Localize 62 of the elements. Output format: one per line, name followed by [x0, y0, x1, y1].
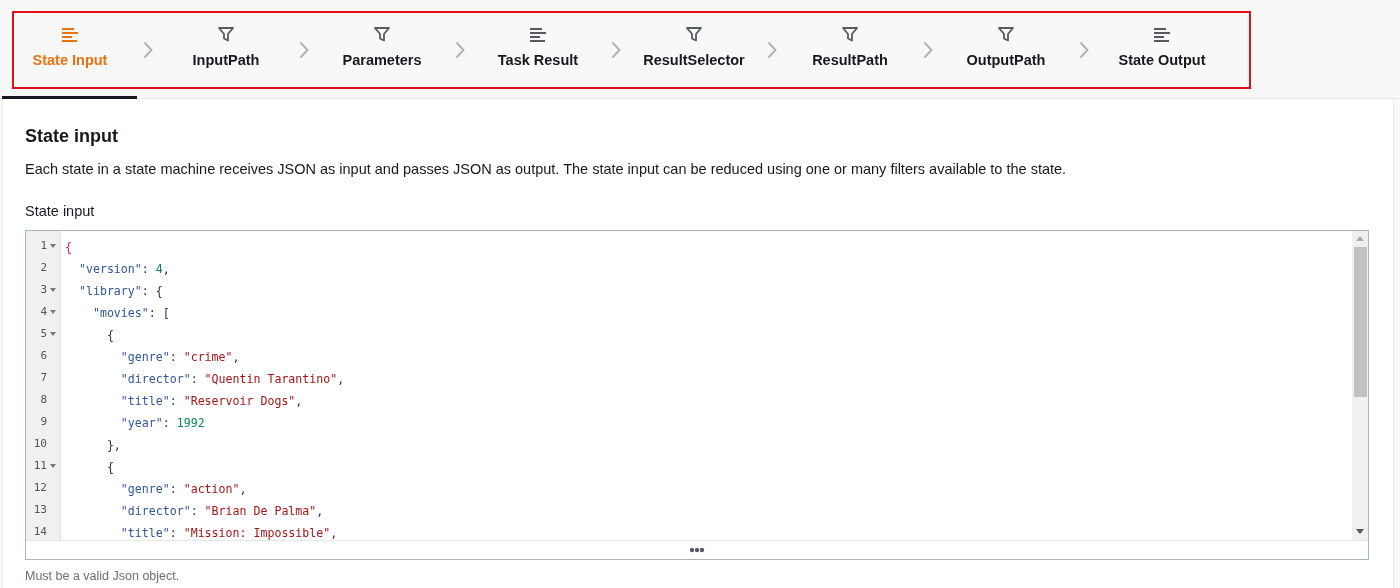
- line-number: 10: [33, 436, 47, 453]
- code-line: "library": {: [77, 282, 163, 300]
- list-lines-icon: [529, 27, 547, 42]
- filter-icon: [998, 27, 1014, 43]
- code-line: "title": "Reservoir Dogs",: [119, 392, 303, 410]
- list-lines-icon: [61, 27, 79, 42]
- step-tab[interactable]: InputPath: [164, 27, 288, 72]
- step-tab[interactable]: ResultPath: [788, 27, 912, 72]
- code-line: {: [105, 326, 114, 344]
- filter-icon: [218, 27, 234, 43]
- line-number: 7: [40, 370, 47, 387]
- fold-arrow-icon[interactable]: [50, 332, 56, 337]
- chevron-right-icon: [143, 40, 153, 59]
- section-title: State input: [25, 125, 119, 148]
- code-line: "movies": [: [91, 304, 170, 322]
- fold-arrow-icon[interactable]: [50, 244, 56, 249]
- chevron-right-icon: [611, 40, 621, 59]
- code-line: "director": "Quentin Tarantino",: [119, 370, 345, 388]
- code-line: "director": "Brian De Palma",: [119, 502, 324, 520]
- step-tab[interactable]: ResultSelector: [632, 27, 756, 72]
- line-number: 11: [33, 458, 47, 475]
- chevron-right-icon: [767, 40, 777, 59]
- fold-arrow-icon[interactable]: [50, 464, 56, 469]
- filter-icon: [374, 27, 390, 43]
- code-line: "year": 1992: [119, 414, 205, 432]
- line-number: 3: [40, 282, 47, 299]
- chevron-right-icon: [1079, 40, 1089, 59]
- step-tab[interactable]: OutputPath: [944, 27, 1068, 72]
- line-number: 2: [40, 260, 47, 277]
- field-label: State input: [25, 201, 96, 221]
- field-hint: Must be a valid Json object.: [25, 567, 181, 585]
- filter-icon: [686, 27, 702, 43]
- step-tab[interactable]: Parameters: [320, 27, 444, 72]
- fold-arrow-icon[interactable]: [50, 310, 56, 315]
- step-tab[interactable]: State Output: [1100, 27, 1224, 72]
- code-line: {: [105, 458, 114, 476]
- code-line: "version": 4,: [77, 260, 170, 278]
- list-lines-icon: [1153, 27, 1171, 42]
- code-line: "genre": "action",: [119, 480, 247, 498]
- line-number: 12: [33, 480, 47, 497]
- line-number: 14: [33, 524, 47, 541]
- line-number: 13: [33, 502, 47, 519]
- fold-arrow-icon[interactable]: [50, 288, 56, 293]
- chevron-right-icon: [455, 40, 465, 59]
- line-number: 5: [40, 326, 47, 343]
- code-line: "genre": "crime",: [119, 348, 240, 366]
- scroll-thumb[interactable]: [1353, 246, 1367, 397]
- line-number: 9: [40, 414, 47, 431]
- code-line: },: [105, 436, 121, 454]
- resize-handle-icon[interactable]: [689, 546, 705, 553]
- filter-icon: [842, 27, 858, 43]
- chevron-right-icon: [923, 40, 933, 59]
- line-number: 1: [40, 238, 47, 255]
- code-line: {: [65, 238, 72, 256]
- line-number: 8: [40, 392, 47, 409]
- step-tab[interactable]: Task Result: [476, 27, 600, 72]
- scrollbar[interactable]: [1352, 230, 1368, 540]
- section-description: Each state in a state machine receives JSON as input and passes JSON as output. The state input can be reduced using one or many filters available to the state.: [25, 160, 1068, 179]
- line-number: 4: [40, 304, 47, 321]
- chevron-right-icon: [299, 40, 309, 59]
- line-number: 6: [40, 348, 47, 365]
- code-line: "title": "Mission: Impossible",: [119, 524, 338, 540]
